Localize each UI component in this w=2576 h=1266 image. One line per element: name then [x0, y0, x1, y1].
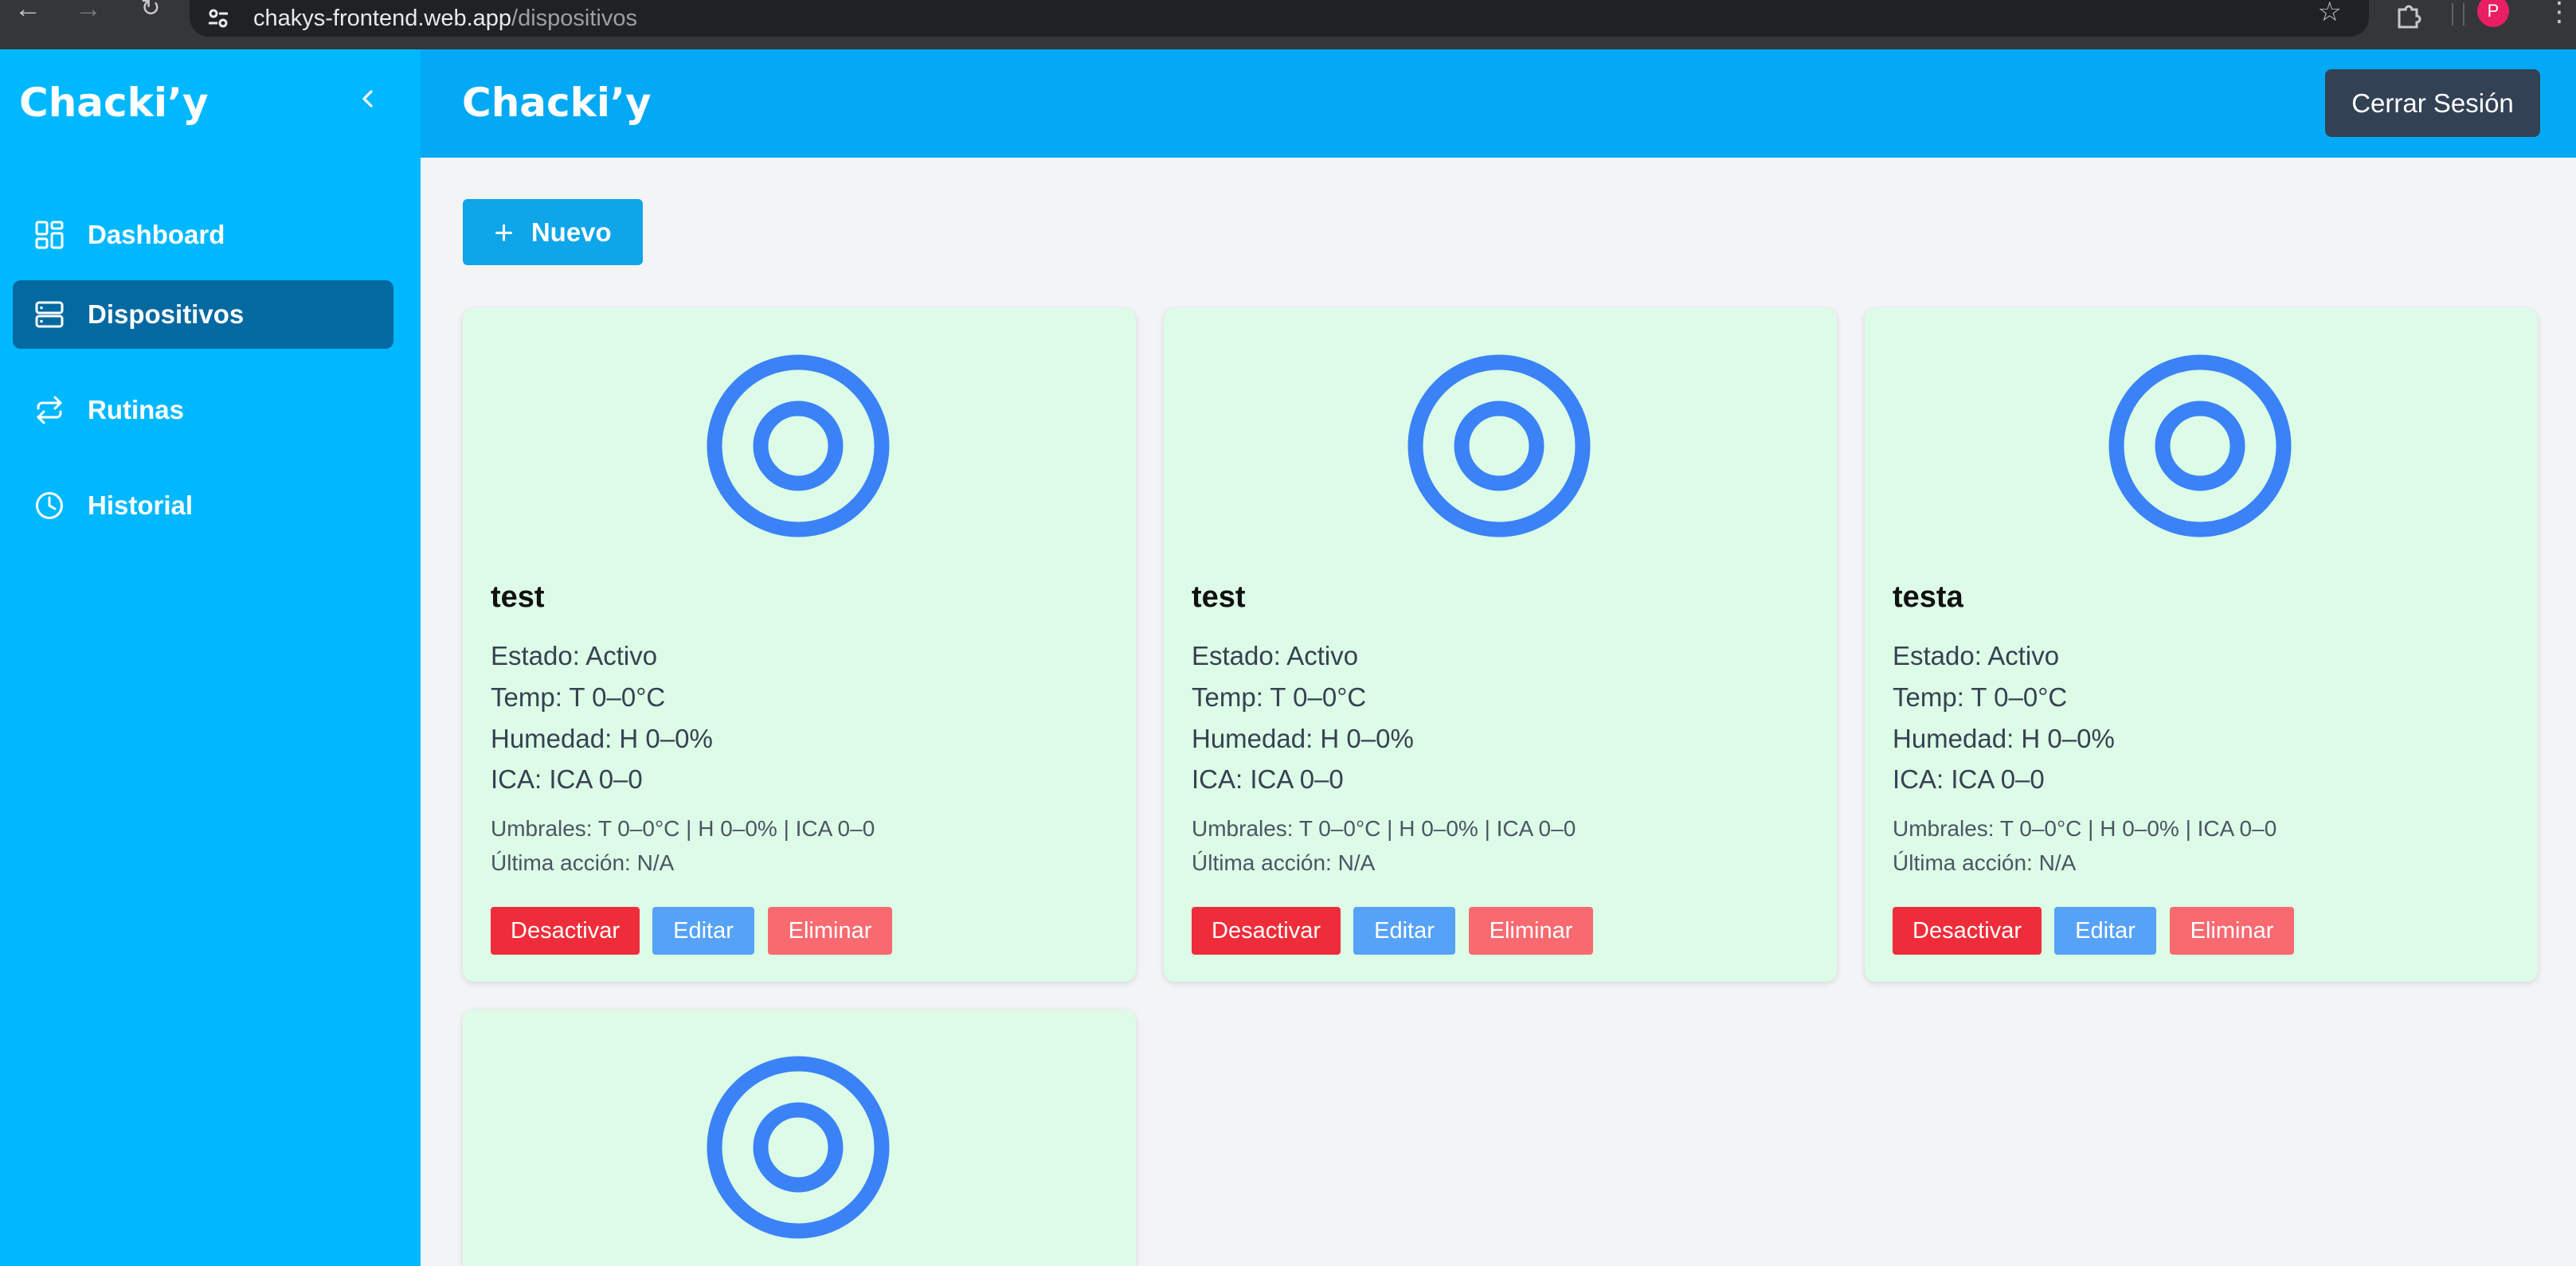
sidebar: Chacki’y Dashboard Dispositivos Rutinas … — [0, 49, 421, 1266]
more-menu-icon[interactable]: ⋮ — [2546, 0, 2573, 25]
edit-button[interactable]: Editar — [2054, 907, 2156, 955]
chevron-left-icon — [362, 90, 373, 107]
sidebar-item-dispositivos[interactable]: Dispositivos — [13, 280, 393, 349]
new-button-label: Nuevo — [530, 217, 612, 247]
device-thresholds: Umbrales: T 0–0°C | H 0–0% | ICA 0–0 — [1893, 816, 2277, 841]
url-path: /dispositivos — [511, 5, 637, 31]
bookmark-star-icon[interactable]: ☆ — [2318, 0, 2342, 25]
plus-icon: + — [494, 213, 514, 251]
device-ica: ICA: ICA 0–0 — [1192, 764, 1344, 794]
toolbar-divider — [2463, 3, 2464, 25]
forward-icon[interactable]: → — [69, 0, 108, 29]
top-header: Chacki’y Cerrar Sesión — [421, 49, 2576, 158]
target-icon — [1407, 354, 1591, 537]
device-ica: ICA: ICA 0–0 — [491, 764, 643, 794]
sidebar-item-label: Rutinas — [88, 395, 185, 424]
clock-icon — [33, 490, 65, 522]
server-icon — [33, 299, 65, 330]
browser-toolbar: ← → ↻ chakys-frontend.web.app/dispositiv… — [0, 0, 2576, 49]
extensions-icon[interactable] — [2393, 0, 2425, 32]
toolbar-divider — [2452, 3, 2453, 25]
delete-button[interactable]: Eliminar — [1469, 907, 1593, 955]
sidebar-item-dashboard[interactable]: Dashboard — [13, 201, 393, 269]
target-icon — [707, 354, 890, 537]
dashboard-icon — [33, 219, 65, 251]
device-card — [463, 1010, 1136, 1266]
delete-button[interactable]: Eliminar — [768, 907, 892, 955]
sidebar-item-label: Dispositivos — [88, 299, 245, 329]
device-temp: Temp: T 0–0°C — [491, 682, 666, 712]
logout-button[interactable]: Cerrar Sesión — [2325, 69, 2540, 137]
device-thresholds: Umbrales: T 0–0°C | H 0–0% | ICA 0–0 — [491, 816, 875, 841]
site-settings-icon[interactable] — [204, 4, 233, 33]
device-status: Estado: Activo — [1192, 641, 1359, 670]
device-last-action: Última acción: N/A — [1192, 850, 1376, 875]
deactivate-button[interactable]: Desactivar — [1893, 907, 2042, 955]
device-thresholds: Umbrales: T 0–0°C | H 0–0% | ICA 0–0 — [1192, 816, 1576, 841]
sidebar-brand: Chacki’y — [19, 80, 209, 126]
sidebar-item-label: Historial — [88, 490, 194, 520]
device-name: test — [1192, 580, 1246, 614]
reload-icon[interactable]: ↻ — [131, 0, 170, 29]
deactivate-button[interactable]: Desactivar — [491, 907, 640, 955]
edit-button[interactable]: Editar — [1353, 907, 1455, 955]
device-temp: Temp: T 0–0°C — [1192, 682, 1367, 712]
device-ica: ICA: ICA 0–0 — [1893, 764, 2045, 794]
new-device-button[interactable]: + Nuevo — [463, 199, 643, 265]
deactivate-button[interactable]: Desactivar — [1192, 907, 1341, 955]
device-card: test Estado: Activo Temp: T 0–0°C Humeda… — [1164, 308, 1837, 982]
device-card: testa Estado: Activo Temp: T 0–0°C Humed… — [1865, 308, 2538, 982]
device-humidity: Humedad: H 0–0% — [1192, 724, 1414, 753]
target-icon — [2108, 354, 2292, 537]
edit-button[interactable]: Editar — [652, 907, 754, 955]
device-temp: Temp: T 0–0°C — [1893, 682, 2068, 712]
page-title: Chacki’y — [462, 80, 652, 126]
repeat-icon — [33, 394, 65, 426]
device-status: Estado: Activo — [491, 641, 658, 670]
delete-button[interactable]: Eliminar — [2170, 907, 2294, 955]
back-icon[interactable]: ← — [8, 0, 48, 29]
sidebar-item-label: Dashboard — [88, 220, 225, 249]
device-last-action: Última acción: N/A — [491, 850, 675, 875]
sidebar-item-rutinas[interactable]: Rutinas — [13, 376, 393, 444]
profile-avatar[interactable]: P — [2477, 0, 2509, 27]
url-host: chakys-frontend.web.app — [253, 5, 512, 31]
collapse-sidebar-button[interactable] — [350, 81, 386, 116]
device-name: test — [491, 580, 545, 614]
sidebar-item-historial[interactable]: Historial — [13, 471, 393, 540]
address-bar[interactable]: chakys-frontend.web.app/dispositivos ☆ — [190, 0, 2369, 37]
device-status: Estado: Activo — [1893, 641, 2060, 670]
device-humidity: Humedad: H 0–0% — [491, 724, 713, 753]
device-humidity: Humedad: H 0–0% — [1893, 724, 2115, 753]
device-last-action: Última acción: N/A — [1893, 850, 2077, 875]
target-icon — [707, 1056, 890, 1239]
device-card: test Estado: Activo Temp: T 0–0°C Humeda… — [463, 308, 1136, 982]
device-name: testa — [1893, 580, 1963, 614]
